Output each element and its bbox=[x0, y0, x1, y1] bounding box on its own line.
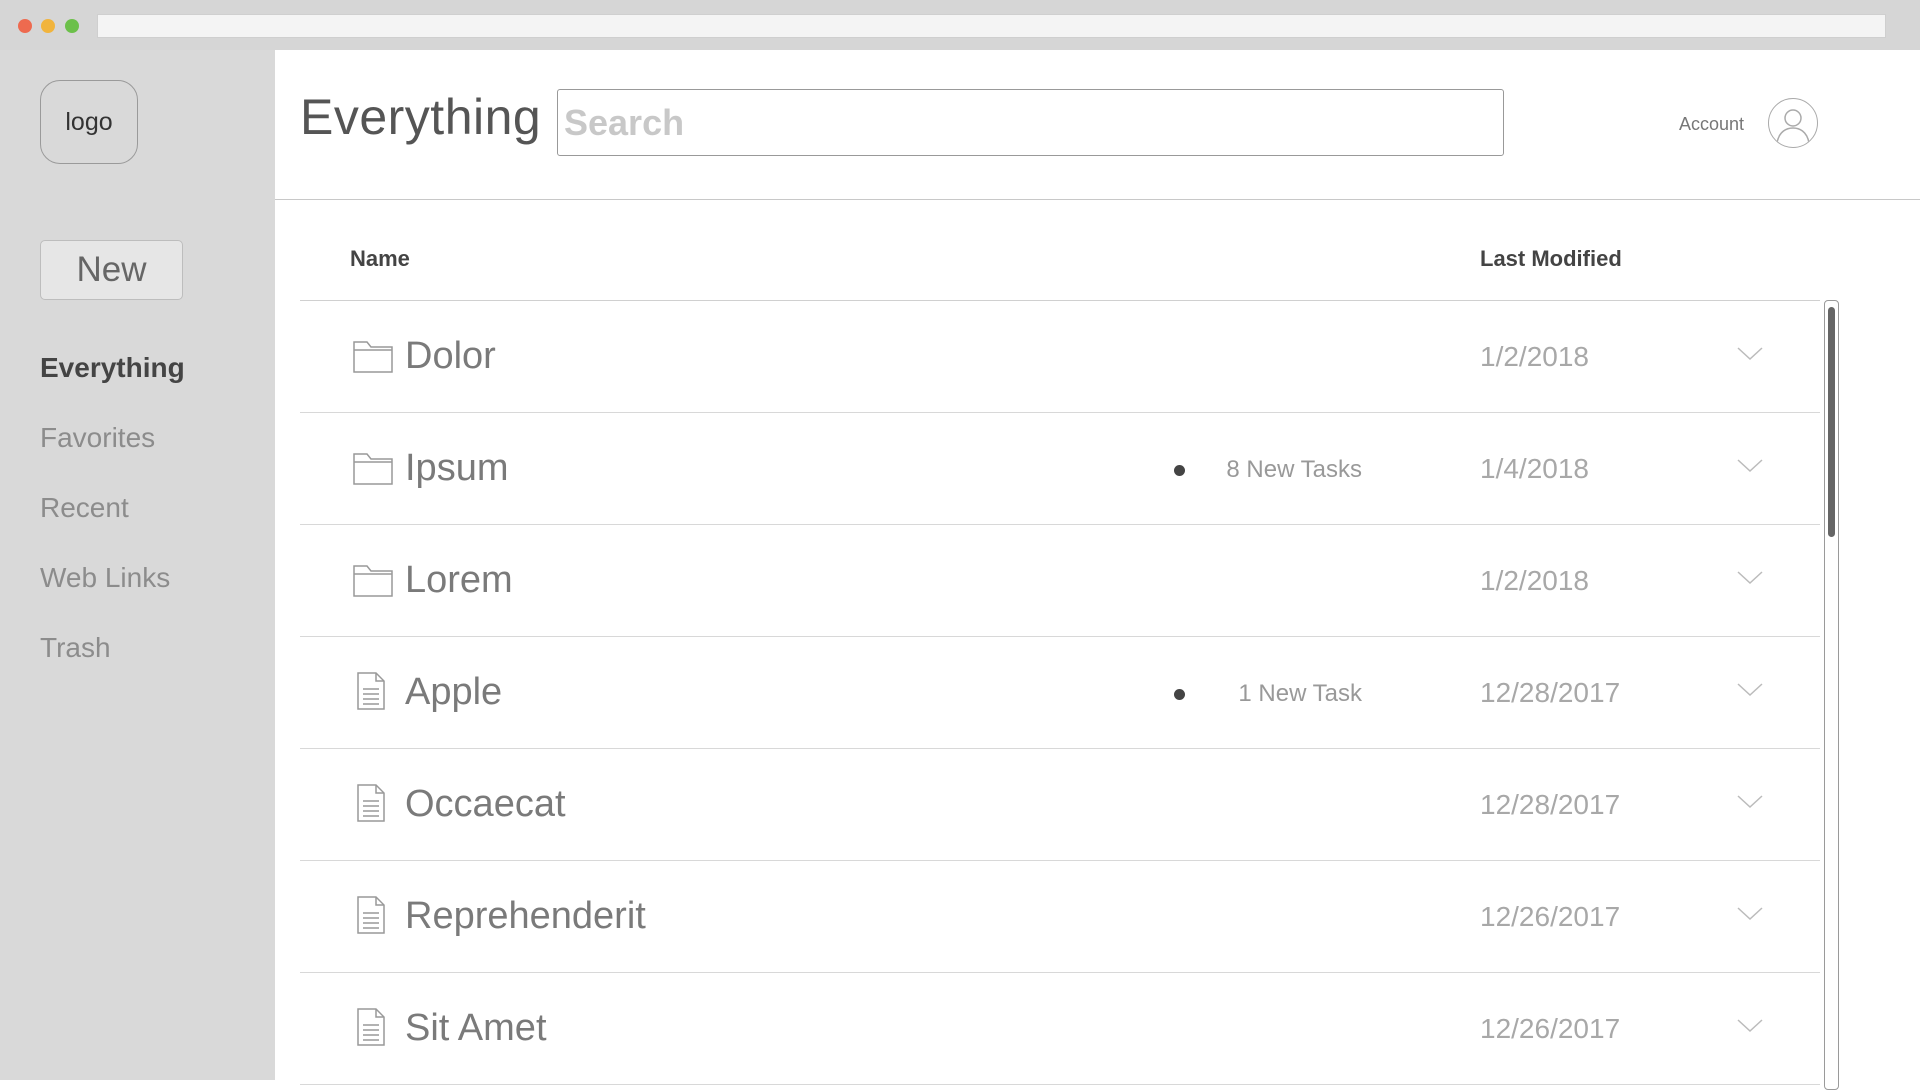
sidebar: logo New Everything Favorites Recent Web… bbox=[0, 50, 275, 1080]
table-row[interactable]: Apple 1 New Task 12/28/2017 bbox=[300, 637, 1820, 749]
sidebar-item-favorites[interactable]: Favorites bbox=[40, 420, 185, 490]
document-icon bbox=[357, 896, 385, 934]
table-row[interactable]: Sit Amet 12/26/2017 bbox=[300, 973, 1820, 1085]
row-date: 12/26/2017 bbox=[1480, 1013, 1621, 1044]
row-date: 1/2/2018 bbox=[1480, 565, 1589, 596]
close-window-button[interactable] bbox=[18, 19, 32, 33]
document-icon bbox=[357, 1008, 385, 1046]
maximize-window-button[interactable] bbox=[65, 19, 79, 33]
row-name: Apple bbox=[405, 671, 503, 713]
search-input[interactable] bbox=[557, 89, 1504, 156]
file-list: Dolor 1/2/2018 Ipsum 8 New Tasks 1/4/201… bbox=[300, 301, 1820, 1085]
folder-icon bbox=[353, 341, 393, 373]
row-name: Occaecat bbox=[405, 783, 566, 825]
minimize-window-button[interactable] bbox=[41, 19, 55, 33]
table-row[interactable]: Occaecat 12/28/2017 bbox=[300, 749, 1820, 861]
new-button[interactable]: New bbox=[40, 240, 183, 300]
new-task-indicator bbox=[1174, 465, 1185, 476]
row-name: Ipsum bbox=[405, 447, 509, 489]
document-icon bbox=[357, 672, 385, 710]
new-tasks-label[interactable]: 1 New Task bbox=[1238, 680, 1362, 708]
new-tasks-label[interactable]: 8 New Tasks bbox=[1226, 456, 1362, 484]
page-title: Everything bbox=[300, 89, 542, 145]
sidebar-item-web-links[interactable]: Web Links bbox=[40, 560, 185, 630]
scrollbar[interactable] bbox=[1824, 300, 1839, 1090]
table-row[interactable]: Ipsum 8 New Tasks 1/4/2018 bbox=[300, 413, 1820, 525]
column-header-name[interactable]: Name bbox=[350, 246, 410, 272]
avatar[interactable] bbox=[1768, 98, 1818, 148]
chevron-down-icon[interactable] bbox=[1736, 681, 1764, 699]
user-icon bbox=[1776, 109, 1810, 144]
chevron-down-icon[interactable] bbox=[1736, 905, 1764, 923]
new-task-indicator bbox=[1174, 689, 1185, 700]
chevron-down-icon[interactable] bbox=[1736, 457, 1764, 475]
table-row[interactable]: Reprehenderit 12/26/2017 bbox=[300, 861, 1820, 973]
row-date: 12/26/2017 bbox=[1480, 901, 1621, 932]
address-bar[interactable] bbox=[97, 14, 1886, 38]
scrollbar-thumb[interactable] bbox=[1828, 307, 1835, 537]
sidebar-item-everything[interactable]: Everything bbox=[40, 350, 185, 420]
row-name: Dolor bbox=[405, 335, 496, 377]
row-name: Lorem bbox=[405, 559, 513, 601]
folder-icon bbox=[353, 453, 393, 485]
row-name: Sit Amet bbox=[405, 1007, 547, 1049]
logo[interactable]: logo bbox=[40, 80, 138, 164]
header-divider bbox=[275, 199, 1920, 200]
folder-icon bbox=[353, 565, 393, 597]
chevron-down-icon[interactable] bbox=[1736, 1017, 1764, 1035]
row-date: 12/28/2017 bbox=[1480, 789, 1621, 820]
browser-chrome bbox=[0, 0, 1920, 50]
table-row[interactable]: Lorem 1/2/2018 bbox=[300, 525, 1820, 637]
chevron-down-icon[interactable] bbox=[1736, 345, 1764, 363]
table-row[interactable]: Dolor 1/2/2018 bbox=[300, 301, 1820, 413]
document-icon bbox=[357, 784, 385, 822]
account-label[interactable]: Account bbox=[1679, 114, 1744, 135]
column-header-last-modified[interactable]: Last Modified bbox=[1480, 246, 1622, 272]
sidebar-item-trash[interactable]: Trash bbox=[40, 630, 185, 700]
sidebar-nav: Everything Favorites Recent Web Links Tr… bbox=[40, 350, 185, 700]
row-date: 1/2/2018 bbox=[1480, 341, 1589, 372]
chevron-down-icon[interactable] bbox=[1736, 793, 1764, 811]
row-name: Reprehenderit bbox=[405, 895, 646, 937]
sidebar-item-recent[interactable]: Recent bbox=[40, 490, 185, 560]
row-date: 12/28/2017 bbox=[1480, 677, 1621, 708]
chevron-down-icon[interactable] bbox=[1736, 569, 1764, 587]
row-date: 1/4/2018 bbox=[1480, 453, 1589, 484]
